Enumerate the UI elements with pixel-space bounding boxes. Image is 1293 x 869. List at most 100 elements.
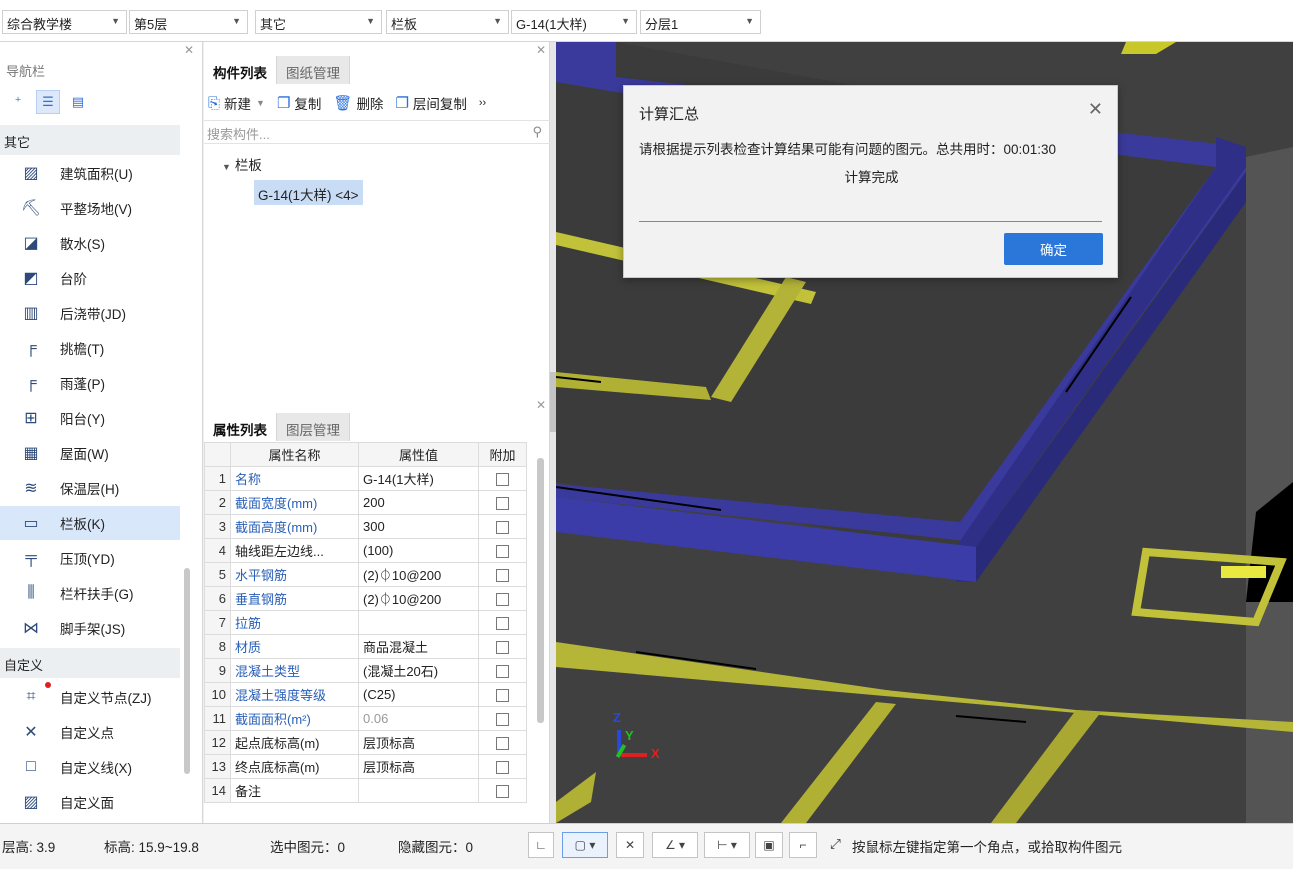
close-icon[interactable]: ✕ — [536, 398, 546, 412]
more-tools-button[interactable]: ›› — [479, 97, 486, 109]
table-row[interactable]: 13 终点底标高(m) 层顶标高 — [204, 754, 527, 779]
nav-group-custom[interactable]: 自定义 — [0, 648, 180, 678]
extra-checkbox[interactable] — [496, 689, 509, 703]
table-row[interactable]: 1 名称 G-14(1大样) — [204, 466, 527, 491]
table-row[interactable]: 3 截面高度(mm) 300 — [204, 514, 527, 539]
tab-component-list[interactable]: 构件列表 — [204, 56, 277, 84]
property-value[interactable]: 商品混凝土 — [358, 634, 479, 659]
cross-icon[interactable]: ✕ — [616, 832, 644, 858]
floor-copy-button[interactable]: ❐ 层间复制 — [395, 93, 466, 113]
property-value[interactable]: 0.06 — [358, 706, 479, 731]
close-icon[interactable]: ✕ — [1088, 99, 1103, 120]
row-number: 14 — [204, 778, 231, 803]
nav-item-parapet[interactable]: ▭ 栏板(K) — [0, 506, 180, 540]
table-row[interactable]: 11 截面面积(m²) 0.06 — [204, 706, 527, 731]
nav-group-other[interactable]: 其它 — [0, 125, 180, 155]
property-value[interactable]: 200 — [358, 490, 479, 515]
extra-checkbox[interactable] — [496, 737, 509, 751]
table-row[interactable]: 9 混凝土类型 (混凝土20石) — [204, 658, 527, 683]
extra-checkbox[interactable] — [496, 545, 509, 559]
property-value[interactable]: (混凝土20石) — [358, 658, 479, 683]
extra-checkbox[interactable] — [496, 665, 509, 679]
nav-item-custom-node[interactable]: ⌗ 自定义节点(ZJ) — [0, 680, 180, 714]
delete-button[interactable]: 🗑 删除 — [333, 93, 383, 113]
extra-checkbox[interactable] — [496, 761, 509, 775]
property-value[interactable] — [358, 610, 479, 635]
property-value[interactable]: (2)⏀10@200 — [358, 562, 479, 587]
nav-item-custom-face[interactable]: ▨ 自定义面 — [0, 785, 180, 819]
nav-item-canopy[interactable]: ╒ 雨蓬(P) — [0, 366, 180, 400]
extra-checkbox[interactable] — [496, 521, 509, 535]
table-row[interactable]: 10 混凝土强度等级 (C25) — [204, 682, 527, 707]
copy-icon: ❐ — [276, 95, 291, 112]
nav-item-coping[interactable]: ╤ 压顶(YD) — [0, 541, 180, 575]
extra-checkbox[interactable] — [496, 473, 509, 487]
type-dropdown[interactable]: 栏板 ▼ — [386, 10, 509, 34]
new-button[interactable]: ⎘ 新建 ▼ — [208, 93, 265, 113]
property-value[interactable]: 层顶标高 — [358, 730, 479, 755]
element-dropdown[interactable]: G-14(1大样) ▼ — [511, 10, 637, 34]
nav-item-custom-line[interactable]: □ 自定义线(X) — [0, 750, 180, 784]
angle-icon[interactable]: ∠ ▾ — [652, 832, 698, 858]
category-dropdown[interactable]: 其它 ▼ — [255, 10, 382, 34]
nav-item-eave[interactable]: ╒ 挑檐(T) — [0, 331, 180, 365]
nav-item-apron[interactable]: ◪ 散水(S) — [0, 226, 180, 260]
nav-item-post-pour-strip[interactable]: ▥ 后浇带(JD) — [0, 296, 180, 330]
tab-drawing-manager[interactable]: 图纸管理 — [277, 56, 350, 84]
orthogonal-icon[interactable]: ∟ — [528, 832, 554, 858]
close-icon[interactable]: ✕ — [184, 43, 194, 57]
table-row[interactable]: 12 起点底标高(m) 层顶标高 — [204, 730, 527, 755]
property-value[interactable]: G-14(1大样) — [358, 466, 479, 491]
snap-icon[interactable]: ⌐ — [789, 832, 817, 858]
floor-height-status: 层高: 3.9 — [2, 840, 56, 855]
nav-scrollbar[interactable] — [184, 568, 190, 774]
extra-checkbox[interactable] — [496, 785, 509, 799]
property-value[interactable] — [358, 778, 479, 803]
extra-checkbox[interactable] — [496, 569, 509, 583]
property-value[interactable]: 层顶标高 — [358, 754, 479, 779]
property-scrollbar[interactable] — [537, 458, 544, 723]
table-row[interactable]: 2 截面宽度(mm) 200 — [204, 490, 527, 515]
nav-item-custom-point[interactable]: ✕ 自定义点 — [0, 715, 180, 749]
nav-item-building-area[interactable]: ▨ 建筑面积(U) — [0, 156, 180, 190]
nav-item-scaffold[interactable]: ⋈ 脚手架(JS) — [0, 611, 180, 645]
list-view-icon[interactable]: ☰ — [36, 90, 60, 114]
detail-view-icon[interactable]: ▤ — [66, 90, 90, 114]
table-row[interactable]: 7 拉筋 — [204, 610, 527, 635]
table-row[interactable]: 14 备注 — [204, 778, 527, 803]
table-row[interactable]: 8 材质 商品混凝土 — [204, 634, 527, 659]
extra-checkbox[interactable] — [496, 713, 509, 727]
nav-item-balcony[interactable]: ⊞ 阳台(Y) — [0, 401, 180, 435]
table-row[interactable]: 4 轴线距左边线... (100) — [204, 538, 527, 563]
property-value[interactable]: 300 — [358, 514, 479, 539]
copy-button[interactable]: ❐ 复制 — [277, 93, 321, 113]
nav-item-steps[interactable]: ◩ 台阶 — [0, 261, 180, 295]
offset-icon[interactable]: ⊢ ▾ — [704, 832, 750, 858]
table-row[interactable]: 5 水平钢筋 (2)⏀10@200 — [204, 562, 527, 587]
display-icon[interactable]: ▣ — [755, 832, 783, 858]
building-dropdown[interactable]: 综合教学楼 ▼ — [2, 10, 127, 34]
tree-item-selected[interactable]: G-14(1大样) <4> — [254, 180, 363, 205]
ok-button[interactable]: 确定 — [1004, 233, 1103, 265]
floor-dropdown[interactable]: 第5层 ▼ — [129, 10, 248, 34]
select-box-icon[interactable]: ▢ ▾ — [562, 832, 608, 858]
nav-item-site-leveling[interactable]: ⛏ 平整场地(V) — [0, 191, 180, 225]
extra-checkbox[interactable] — [496, 497, 509, 511]
tab-property-list[interactable]: 属性列表 — [204, 413, 277, 441]
close-icon[interactable]: ✕ — [536, 43, 546, 57]
extra-checkbox[interactable] — [496, 617, 509, 631]
property-value[interactable]: (C25) — [358, 682, 479, 707]
tree-root[interactable]: ▼ 栏板 — [222, 154, 262, 174]
tab-layer-manager[interactable]: 图层管理 — [277, 413, 350, 441]
search-input[interactable]: 搜索构件... ⚲ — [204, 120, 550, 144]
extra-checkbox[interactable] — [496, 593, 509, 607]
property-value[interactable]: (100) — [358, 538, 479, 563]
extra-checkbox[interactable] — [496, 641, 509, 655]
nav-item-railing[interactable]: ⫼ 栏杆扶手(G) — [0, 576, 180, 610]
pin-icon[interactable]: ⁺ — [6, 90, 30, 114]
table-row[interactable]: 6 垂直钢筋 (2)⏀10@200 — [204, 586, 527, 611]
nav-item-insulation[interactable]: ≋ 保温层(H) — [0, 471, 180, 505]
nav-item-roof[interactable]: ▦ 屋面(W) — [0, 436, 180, 470]
property-value[interactable]: (2)⏀10@200 — [358, 586, 479, 611]
sublayer-dropdown[interactable]: 分层1 ▼ — [640, 10, 761, 34]
